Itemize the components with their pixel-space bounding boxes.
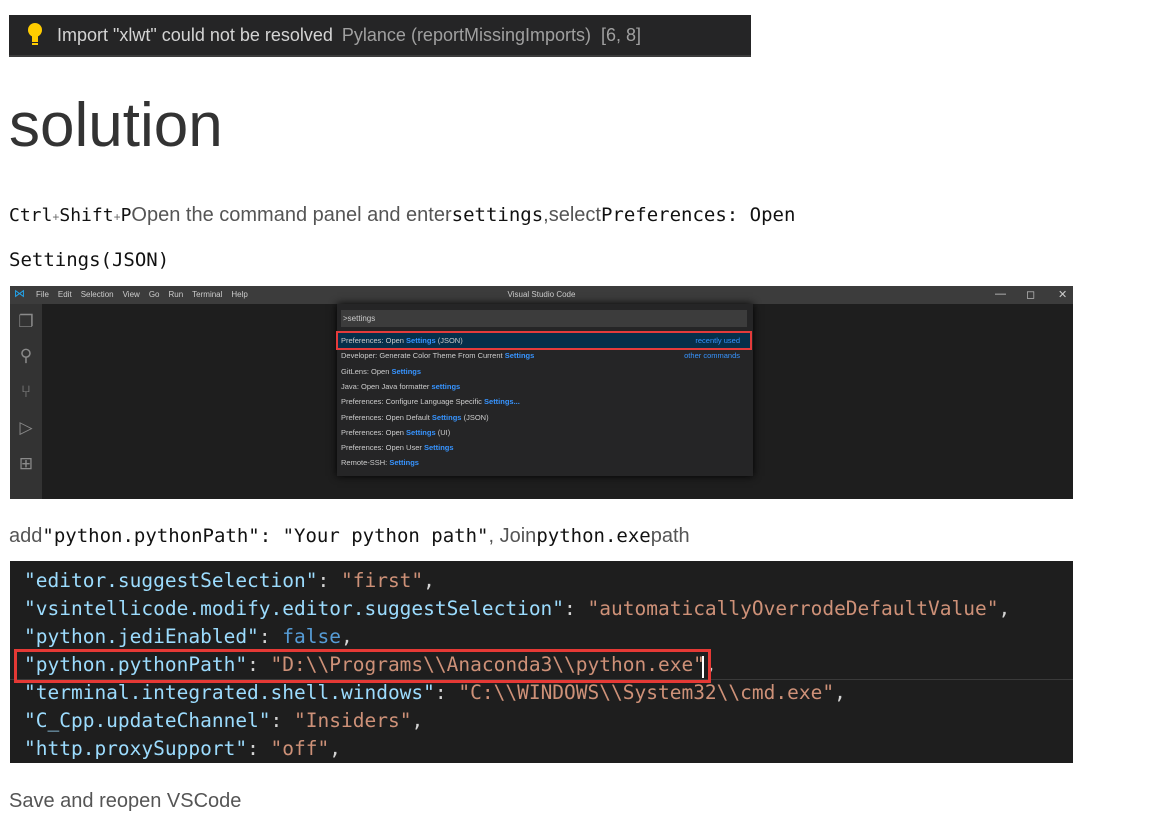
palette-item-match: Settings xyxy=(423,443,454,453)
plus-sign: + xyxy=(113,210,121,224)
command-palette: >settings Preferences: Open Settings (JS… xyxy=(336,304,753,476)
palette-item-text: Remote-SSH: xyxy=(341,458,390,468)
json-line: "C_Cpp.updateChannel": "Insiders", xyxy=(24,709,424,732)
palette-item[interactable]: Java: Open Java formatter settings xyxy=(338,379,750,394)
palette-item-text: Preferences: Configure Language Specific xyxy=(341,397,485,407)
step2-text2: , Join xyxy=(488,525,537,547)
restore-icon[interactable]: ◻ xyxy=(1026,288,1035,301)
code-settings: settings xyxy=(451,204,544,226)
palette-item-text: Preferences: Open Default xyxy=(341,412,432,422)
json-line: "http.proxySupport": "off", xyxy=(24,737,341,760)
json-key: "vsintellicode.modify.editor.suggestSele… xyxy=(24,597,565,620)
palette-item-match: Settings xyxy=(389,458,419,468)
error-banner: Import "xlwt" could not be resolved Pyla… xyxy=(9,15,751,57)
highlight-box xyxy=(14,649,711,683)
error-message: Import "xlwt" could not be resolved xyxy=(57,24,333,45)
palette-item[interactable]: GitLens: Open Settings xyxy=(338,364,750,379)
command-input[interactable]: >settings xyxy=(341,310,747,327)
json-line: "vsintellicode.modify.editor.suggestSele… xyxy=(24,597,1011,620)
footer-text: Save and reopen VSCode xyxy=(9,790,242,812)
json-key: "C_Cpp.updateChannel" xyxy=(24,709,271,732)
json-key: "python.jediEnabled" xyxy=(24,625,259,648)
source-control-icon[interactable]: ⑂ xyxy=(16,382,36,402)
explorer-icon[interactable]: ❐ xyxy=(16,312,36,332)
palette-item[interactable]: Preferences: Open Settings (UI) xyxy=(338,425,750,440)
json-key: "editor.suggestSelection" xyxy=(24,569,318,592)
code-settings-json: Settings(JSON) xyxy=(9,249,170,271)
key-shift: Shift xyxy=(59,205,114,226)
palette-item-match: Settings... xyxy=(484,397,520,407)
palette-item-text: Java: Open Java formatter xyxy=(341,381,432,391)
step1-text2: ,select xyxy=(543,204,601,226)
palette-item-match: settings xyxy=(431,381,461,391)
palette-item-suffix: (UI) xyxy=(435,427,451,437)
step2-text3: path xyxy=(650,525,690,547)
step2-line: add"python.pythonPath": "Your python pat… xyxy=(9,525,690,548)
page-title: solution xyxy=(9,91,223,160)
json-value: "C:\\WINDOWS\\System32\\cmd.exe" xyxy=(458,681,835,704)
error-position: [6, 8] xyxy=(600,24,642,45)
palette-item-match: Settings xyxy=(431,412,462,422)
palette-item[interactable]: Developer: Generate Color Theme From Cur… xyxy=(338,348,750,363)
palette-item-suffix: (JSON) xyxy=(435,336,463,345)
vscode-command-palette-screenshot: ⋈ File Edit Selection View Go Run Terminal Help… xyxy=(10,286,1073,499)
json-value: "Insiders" xyxy=(294,709,412,732)
palette-item[interactable]: Preferences: Configure Language Specific… xyxy=(338,394,750,409)
json-value: "automaticallyOverrodeDefaultValue" xyxy=(587,597,999,620)
palette-item-match: Settings xyxy=(406,427,436,437)
run-debug-icon[interactable]: ▷ xyxy=(16,418,36,438)
text-cursor xyxy=(702,656,704,678)
code-preferences: Preferences: Open xyxy=(600,204,796,226)
palette-item-text: Developer: Generate Color Theme From Cur… xyxy=(341,351,505,361)
key-ctrl: Ctrl xyxy=(9,205,53,226)
code-python-exe: python.exe xyxy=(536,525,651,547)
json-value: "first" xyxy=(340,569,424,592)
json-line: "editor.suggestSelection": "first", xyxy=(24,569,435,592)
step2-text1: add xyxy=(9,525,43,547)
palette-item-suffix: (JSON) xyxy=(461,412,489,422)
minimize-icon[interactable]: — xyxy=(995,288,1006,300)
step1-line1: Ctrl+Shift+POpen the command panel and e… xyxy=(9,204,795,227)
code-python-path: "python.pythonPath": "Your python path" xyxy=(42,525,489,547)
window-title: Visual Studio Code xyxy=(507,290,576,299)
step1-text1: Open the command panel and enter xyxy=(131,204,452,226)
json-key: "terminal.integrated.shell.windows" xyxy=(24,681,435,704)
palette-item[interactable]: Preferences: Open User Settings xyxy=(338,440,750,455)
palette-item[interactable]: Preferences: Open Settings (JSON) recentl… xyxy=(336,331,752,350)
palette-item-text: GitLens: Open xyxy=(341,366,392,376)
palette-item-text: Preferences: Open xyxy=(341,427,407,437)
key-p: P xyxy=(120,205,132,226)
vscode-titlebar: ⋈ File Edit Selection View Go Run Terminal Help… xyxy=(10,286,1073,304)
error-source: Pylance (reportMissingImports) xyxy=(341,24,591,45)
palette-item-match: Settings xyxy=(391,366,422,376)
palette-item[interactable]: Preferences: Open Default Settings (JSON… xyxy=(338,410,750,425)
extensions-icon[interactable]: ⊞ xyxy=(16,454,36,474)
palette-item-match: Settings xyxy=(504,351,535,361)
search-icon[interactable]: ⚲ xyxy=(16,346,36,366)
step1-line2: Settings(JSON) xyxy=(9,249,169,272)
json-value: "off" xyxy=(270,737,330,760)
json-line: "terminal.integrated.shell.windows": "C:… xyxy=(24,681,846,704)
json-line: "python.jediEnabled": false, xyxy=(24,625,353,648)
palette-item-match: Settings xyxy=(406,336,436,345)
palette-item-category: other commands xyxy=(684,351,740,361)
palette-item-text: Preferences: Open User xyxy=(341,443,424,453)
palette-item-category: recently used xyxy=(695,336,740,345)
close-icon[interactable]: ✕ xyxy=(1058,288,1067,301)
json-value: false xyxy=(282,625,341,648)
lightbulb-icon xyxy=(25,22,47,48)
activity-bar: ❐ ⚲ ⑂ ▷ ⊞ xyxy=(10,304,42,499)
json-key: "http.proxySupport" xyxy=(24,737,248,760)
settings-json-screenshot: "editor.suggestSelection": "first", "vsin… xyxy=(10,561,1073,763)
palette-item[interactable]: Remote-SSH: Settings xyxy=(338,455,750,470)
palette-item-text: Preferences: Open xyxy=(341,336,407,345)
